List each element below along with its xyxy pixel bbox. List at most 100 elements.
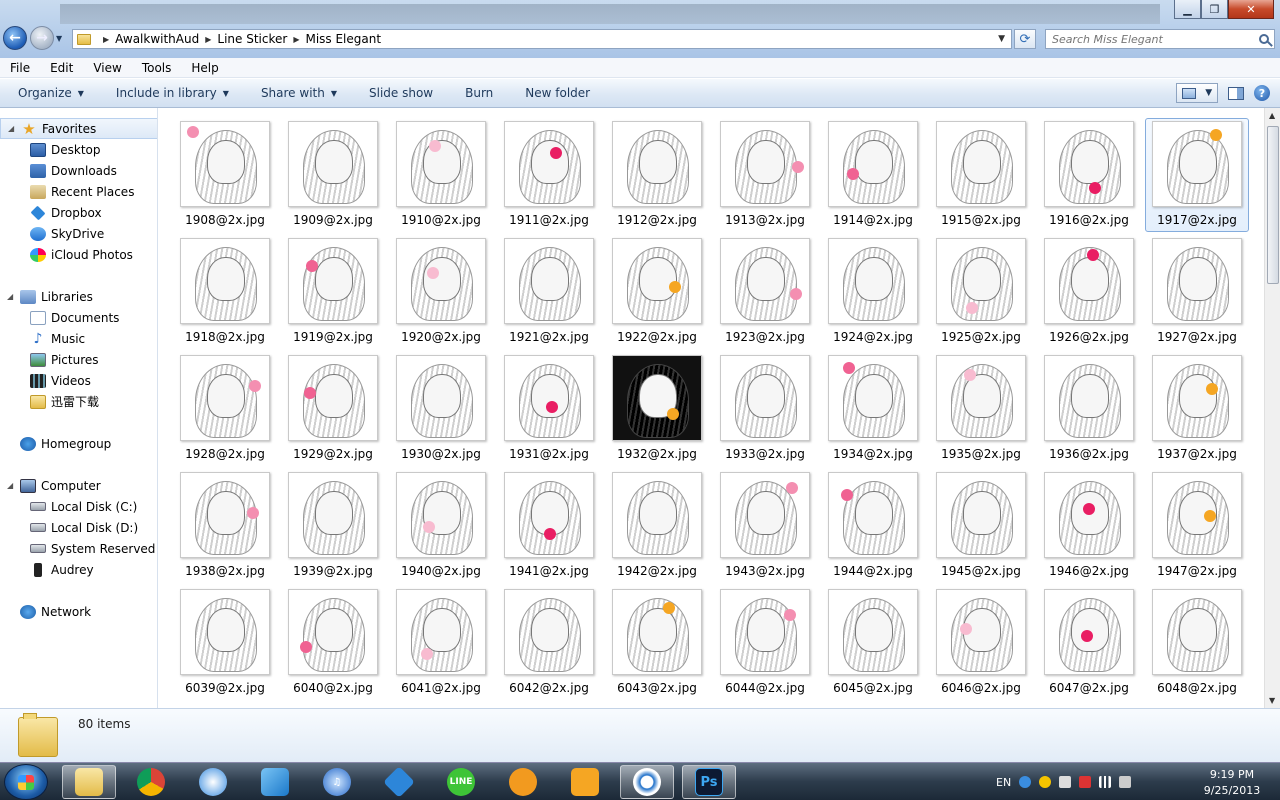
nav-icloud-photos[interactable]: iCloud Photos: [0, 244, 157, 265]
file-item[interactable]: 6043@2x.jpg: [605, 586, 709, 700]
file-item[interactable]: 1924@2x.jpg: [821, 235, 925, 349]
refresh-button[interactable]: ⟳: [1014, 29, 1036, 49]
breadcrumb-item[interactable]: Line Sticker: [217, 32, 287, 46]
file-item[interactable]: 6044@2x.jpg: [713, 586, 817, 700]
chevron-right-icon[interactable]: ▶: [205, 35, 211, 44]
vertical-scrollbar[interactable]: ▲ ▼: [1264, 108, 1280, 708]
file-item[interactable]: 1940@2x.jpg: [389, 469, 493, 583]
nav-network[interactable]: Network: [0, 601, 157, 622]
nav-system-reserved-f[interactable]: System Reserved (F:): [0, 538, 157, 559]
file-item[interactable]: 6042@2x.jpg: [497, 586, 601, 700]
file-item[interactable]: 6039@2x.jpg: [173, 586, 277, 700]
minimize-button[interactable]: ▁: [1174, 0, 1201, 19]
file-item[interactable]: 1921@2x.jpg: [497, 235, 601, 349]
collapse-arrow-icon[interactable]: ◢: [7, 292, 13, 301]
taskbar-bird-app[interactable]: [248, 765, 302, 799]
file-item[interactable]: 1947@2x.jpg: [1145, 469, 1249, 583]
nav-local-disk-c[interactable]: Local Disk (C:): [0, 496, 157, 517]
preview-pane-icon[interactable]: [1228, 86, 1244, 100]
file-item[interactable]: 6047@2x.jpg: [1037, 586, 1141, 700]
slide-show-button[interactable]: Slide show: [351, 86, 447, 100]
file-item[interactable]: 1929@2x.jpg: [281, 352, 385, 466]
file-item[interactable]: 1928@2x.jpg: [173, 352, 277, 466]
file-item[interactable]: 6040@2x.jpg: [281, 586, 385, 700]
back-button[interactable]: ←: [3, 26, 27, 50]
nav-local-disk-d[interactable]: Local Disk (D:): [0, 517, 157, 538]
file-item[interactable]: 6048@2x.jpg: [1145, 586, 1249, 700]
scroll-down-icon[interactable]: ▼: [1269, 696, 1275, 705]
tray-add-icon[interactable]: [1039, 776, 1052, 788]
burn-button[interactable]: Burn: [447, 86, 507, 100]
scrollbar-thumb[interactable]: [1267, 126, 1279, 284]
file-item[interactable]: 1922@2x.jpg: [605, 235, 709, 349]
file-item[interactable]: 1913@2x.jpg: [713, 118, 817, 232]
file-item[interactable]: 1908@2x.jpg: [173, 118, 277, 232]
nav-homegroup[interactable]: Homegroup: [0, 433, 157, 454]
nav-libraries[interactable]: ◢ Libraries: [0, 286, 157, 307]
file-item[interactable]: 1946@2x.jpg: [1037, 469, 1141, 583]
menu-help[interactable]: Help: [181, 61, 228, 75]
start-button[interactable]: [4, 764, 48, 800]
file-item[interactable]: 1919@2x.jpg: [281, 235, 385, 349]
nav-audrey[interactable]: Audrey: [0, 559, 157, 580]
scroll-up-icon[interactable]: ▲: [1269, 111, 1275, 120]
taskbar-explorer[interactable]: [62, 765, 116, 799]
file-item[interactable]: 1911@2x.jpg: [497, 118, 601, 232]
recent-pages-dropdown[interactable]: ▼: [56, 34, 62, 43]
menu-edit[interactable]: Edit: [40, 61, 83, 75]
flag-icon[interactable]: [1059, 776, 1072, 788]
file-item[interactable]: 1935@2x.jpg: [929, 352, 1033, 466]
menu-view[interactable]: View: [83, 61, 131, 75]
taskbar-line[interactable]: LINE: [434, 765, 488, 799]
file-item[interactable]: 1918@2x.jpg: [173, 235, 277, 349]
forward-button[interactable]: →: [30, 26, 54, 50]
file-item[interactable]: 1926@2x.jpg: [1037, 235, 1141, 349]
file-item[interactable]: 1914@2x.jpg: [821, 118, 925, 232]
nav-documents[interactable]: Documents: [0, 307, 157, 328]
tray-app-icon[interactable]: [1019, 776, 1032, 788]
help-icon[interactable]: ?: [1254, 85, 1270, 101]
menu-tools[interactable]: Tools: [132, 61, 182, 75]
file-item[interactable]: 6041@2x.jpg: [389, 586, 493, 700]
volume-icon[interactable]: [1119, 776, 1132, 788]
taskbar-dropbox[interactable]: [372, 765, 426, 799]
collapse-arrow-icon[interactable]: ◢: [8, 124, 14, 133]
file-item[interactable]: 1912@2x.jpg: [605, 118, 709, 232]
language-indicator[interactable]: EN: [996, 776, 1011, 789]
nav-pictures[interactable]: Pictures: [0, 349, 157, 370]
file-item[interactable]: 1915@2x.jpg: [929, 118, 1033, 232]
taskbar-itunes[interactable]: ♫: [310, 765, 364, 799]
file-item[interactable]: 1910@2x.jpg: [389, 118, 493, 232]
search-input[interactable]: [1046, 32, 1246, 46]
nav-videos[interactable]: Videos: [0, 370, 157, 391]
file-item[interactable]: 1931@2x.jpg: [497, 352, 601, 466]
include-in-library-button[interactable]: Include in library ▼: [98, 86, 243, 100]
nav-favorites[interactable]: ◢ ★ Favorites: [0, 118, 157, 139]
collapse-arrow-icon[interactable]: ◢: [7, 481, 13, 490]
file-item[interactable]: 1934@2x.jpg: [821, 352, 925, 466]
search-icon[interactable]: [1259, 34, 1269, 44]
taskbar-safari[interactable]: [186, 765, 240, 799]
share-with-button[interactable]: Share with ▼: [243, 86, 351, 100]
address-dropdown-icon[interactable]: ▼: [998, 34, 1005, 44]
clock[interactable]: 9:19 PM 9/25/2013: [1196, 767, 1268, 799]
taskbar-chrome[interactable]: [124, 765, 178, 799]
network-signal-icon[interactable]: [1099, 776, 1112, 788]
file-item[interactable]: 1925@2x.jpg: [929, 235, 1033, 349]
file-item[interactable]: 1932@2x.jpg: [605, 352, 709, 466]
breadcrumb-item[interactable]: Miss Elegant: [305, 32, 381, 46]
nav-recent-places[interactable]: Recent Places: [0, 181, 157, 202]
file-item[interactable]: 1920@2x.jpg: [389, 235, 493, 349]
nav-downloads[interactable]: Downloads: [0, 160, 157, 181]
chevron-right-icon[interactable]: ▶: [293, 35, 299, 44]
file-item[interactable]: 1939@2x.jpg: [281, 469, 385, 583]
nav-music[interactable]: ♪ Music: [0, 328, 157, 349]
file-item[interactable]: 1941@2x.jpg: [497, 469, 601, 583]
taskbar-photoshop[interactable]: Ps: [682, 765, 736, 799]
file-item[interactable]: 1938@2x.jpg: [173, 469, 277, 583]
file-item[interactable]: 1933@2x.jpg: [713, 352, 817, 466]
file-item[interactable]: 1923@2x.jpg: [713, 235, 817, 349]
nav-desktop[interactable]: Desktop: [0, 139, 157, 160]
file-item[interactable]: 1945@2x.jpg: [929, 469, 1033, 583]
file-item[interactable]: 1927@2x.jpg: [1145, 235, 1249, 349]
